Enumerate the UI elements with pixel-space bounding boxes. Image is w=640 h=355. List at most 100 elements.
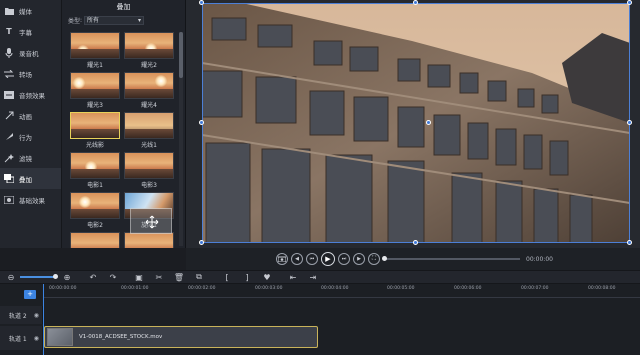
track-name: 轨道 1 — [9, 335, 27, 343]
sidebar-item-audio-effects[interactable]: 音频效果 — [0, 84, 61, 105]
overlay-thumbnail[interactable]: 耀光2 — [124, 32, 174, 70]
zoom-slider-knob[interactable] — [53, 274, 58, 279]
overlay-thumbnail[interactable]: 电影1 — [70, 152, 120, 190]
sidebar-item-label: 字幕 — [19, 28, 32, 37]
overlay-thumbnail[interactable]: 光线1 — [124, 112, 174, 150]
type-label: 类型 — [68, 17, 81, 25]
ruler-label: 00:00:01:00 — [121, 286, 149, 291]
snapshot-button[interactable] — [276, 253, 288, 265]
redo-icon[interactable]: ↷ — [108, 272, 118, 282]
ruler-label: 00:00:04:00 — [321, 286, 349, 291]
plus-icon: + — [27, 290, 33, 298]
camera-icon — [278, 256, 286, 262]
playback-progress-bar[interactable] — [382, 256, 520, 261]
sidebar-item-label: 转场 — [19, 70, 32, 79]
playback-controls: ◀ ⏮ ▶ ⏭ ▶ ⛶ 00:00:00 — [186, 248, 640, 270]
text-icon: T — [6, 27, 12, 36]
ruler-label: 00:00:07:00 — [521, 286, 549, 291]
split-icon[interactable]: ▣ — [134, 272, 144, 282]
eye-icon[interactable]: ◉ — [34, 312, 39, 319]
track-header-1[interactable]: 轨道 1 ◉ — [0, 326, 43, 350]
skip-forward-button[interactable]: ⏭ — [338, 253, 350, 265]
delete-icon[interactable]: 🗑 — [174, 272, 184, 282]
playhead[interactable] — [43, 284, 44, 355]
type-select[interactable]: 所有 ▾ — [84, 15, 145, 25]
eye-icon[interactable]: ◉ — [34, 335, 39, 342]
overlay-thumbnail-selected[interactable]: 光线影 — [70, 112, 120, 150]
sidebar-item-label: 行为 — [19, 133, 32, 142]
goto-start-icon[interactable]: ⇤ — [288, 272, 298, 282]
type-select-value: 所有 — [87, 16, 100, 24]
prev-icon: ◀ — [295, 256, 299, 262]
overlay-thumbnail[interactable]: 电影2 — [70, 192, 120, 230]
sidebar-item-media[interactable]: 媒体 — [0, 0, 61, 21]
scrollbar-thumb[interactable] — [179, 32, 183, 78]
sidebar-item-transitions[interactable]: 转场 — [0, 63, 61, 84]
fullscreen-button[interactable]: ⛶ — [368, 253, 380, 265]
track-header-2[interactable]: 轨道 2 ◉ — [0, 306, 43, 324]
skip-forward-icon: ⏭ — [341, 256, 347, 262]
overlay-thumbnail[interactable]: 耀光1 — [70, 32, 120, 70]
goto-end-icon[interactable]: ⇥ — [308, 272, 318, 282]
rotation-center-handle[interactable] — [426, 120, 431, 125]
overlay-thumbnail[interactable] — [70, 232, 120, 248]
preview-area — [186, 0, 640, 248]
zoom-slider[interactable] — [20, 274, 58, 279]
mark-out-icon[interactable]: ] — [242, 272, 252, 282]
thumbnail-label: 电影1 — [87, 182, 103, 189]
resize-handle[interactable] — [627, 0, 632, 5]
prev-frame-button[interactable]: ◀ — [291, 253, 303, 265]
zoom-out-icon[interactable]: ⊖ — [6, 272, 16, 282]
resize-handle[interactable] — [627, 120, 632, 125]
folder-icon — [4, 6, 14, 16]
add-track-button[interactable]: + — [24, 290, 36, 299]
thumbnail-image — [124, 152, 174, 179]
progress-knob[interactable] — [382, 256, 387, 261]
play-icon: ▶ — [325, 255, 331, 263]
basic-effect-icon — [4, 195, 14, 205]
marker-icon[interactable]: ♥ — [262, 272, 272, 282]
zoom-in-icon[interactable]: ⊕ — [62, 272, 72, 282]
resize-handle[interactable] — [199, 0, 204, 5]
track-name: 轨道 2 — [9, 312, 27, 320]
next-frame-button[interactable]: ▶ — [353, 253, 365, 265]
current-time: 00:00:00 — [526, 255, 553, 263]
time-ruler[interactable]: 00:00:00:00 00:00:01:00 00:00:02:00 00:0… — [43, 284, 640, 298]
cut-icon[interactable]: ✂ — [154, 272, 164, 282]
resize-handle[interactable] — [199, 120, 204, 125]
resize-handle[interactable] — [413, 0, 418, 5]
undo-icon[interactable]: ↶ — [88, 272, 98, 282]
panel-scrollbar[interactable] — [179, 32, 183, 246]
ruler-label: 00:00:08:00 — [588, 286, 616, 291]
sidebar-item-filters[interactable]: 滤镜 — [0, 147, 61, 168]
thumbnail-label: 电影3 — [141, 182, 157, 189]
sidebar-item-recorder[interactable]: 录音机 — [0, 42, 61, 63]
resize-handle[interactable] — [199, 240, 204, 245]
video-preview-canvas[interactable] — [202, 3, 630, 243]
thumbnail-image — [70, 72, 120, 99]
sidebar-item-subtitles[interactable]: T 字幕 — [0, 21, 61, 42]
sidebar-item-behavior[interactable]: 行为 — [0, 126, 61, 147]
skip-back-icon: ⏮ — [309, 256, 315, 262]
play-button[interactable]: ▶ — [321, 252, 335, 266]
overlay-thumbnail[interactable]: 耀光3 — [70, 72, 120, 110]
drag-preview — [130, 208, 172, 234]
mark-in-icon[interactable]: [ — [222, 272, 232, 282]
sidebar-item-label: 音频效果 — [19, 91, 45, 100]
timeline-toolbar: ⊖ ⊕ ↶ ↷ ▣ ✂ 🗑 ⧉ [ ] ♥ ⇤ ⇥ — [0, 270, 640, 284]
resize-handle[interactable] — [413, 240, 418, 245]
crop-icon[interactable]: ⧉ — [194, 272, 204, 282]
sidebar-item-label: 动画 — [19, 112, 32, 121]
skip-back-button[interactable]: ⏮ — [306, 253, 318, 265]
resize-handle[interactable] — [627, 240, 632, 245]
sidebar-item-basic-effects[interactable]: 基础效果 — [0, 189, 61, 210]
left-sidebar: 媒体 T 字幕 录音机 转场 音频效果 动画 行为 滤镜 叠加 基础效果 — [0, 0, 62, 248]
sidebar-item-animation[interactable]: 动画 — [0, 105, 61, 126]
chevron-down-icon: ▾ — [138, 16, 142, 24]
overlay-thumbnail[interactable]: 电影3 — [124, 152, 174, 190]
video-editor-window: 媒体 T 字幕 录音机 转场 音频效果 动画 行为 滤镜 叠加 基础效果 叠加 … — [0, 0, 640, 355]
video-clip[interactable]: V1-0018_ACDSEE_STOCK.mov — [44, 326, 318, 348]
sidebar-item-overlay[interactable]: 叠加 — [0, 168, 61, 189]
overlay-thumbnail[interactable]: 耀光4 — [124, 72, 174, 110]
behavior-icon — [4, 132, 14, 142]
